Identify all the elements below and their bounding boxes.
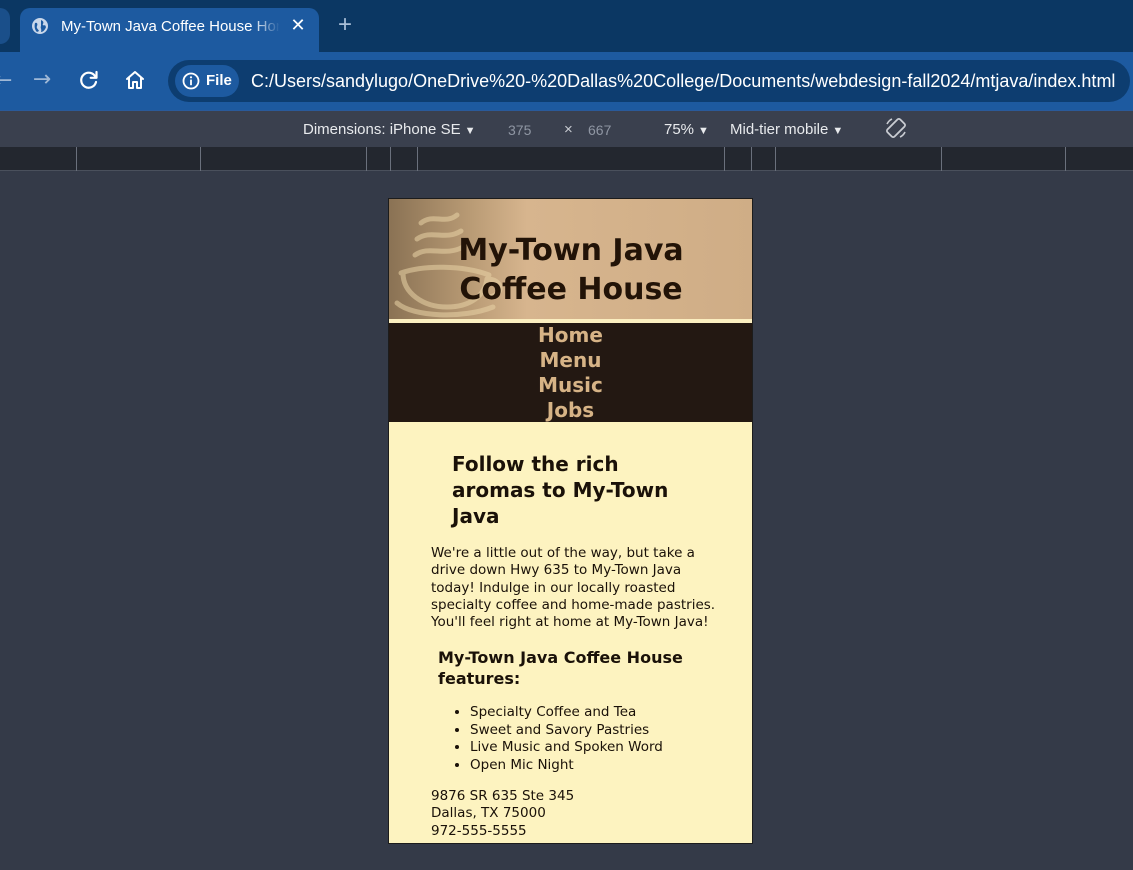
globe-icon (32, 18, 48, 34)
reload-icon[interactable] (77, 68, 101, 92)
throttling-dropdown[interactable]: Mid-tier mobile ▼ (730, 120, 843, 141)
back-arrow-icon[interactable]: ← (0, 69, 12, 93)
active-tab[interactable]: My-Town Java Coffee House Home ✕ (20, 8, 319, 52)
nav-link-music[interactable]: Music (389, 373, 752, 398)
caret-down-icon: ▼ (832, 125, 844, 137)
device-dimensions-dropdown[interactable]: Dimensions: iPhone SE ▼ (303, 120, 475, 140)
zoom-dropdown[interactable]: 75% ▼ (664, 120, 709, 141)
tab-title: My-Town Java Coffee House Home (61, 18, 279, 35)
home-icon[interactable] (123, 68, 147, 92)
forward-arrow-icon[interactable]: → (30, 68, 54, 92)
media-query-ruler[interactable] (0, 147, 1133, 171)
viewport-width-input[interactable]: 375 (508, 120, 544, 140)
intro-paragraph: We're a little out of the way, but take … (431, 545, 716, 631)
url-text[interactable]: C:/Users/sandylugo/OneDrive%20-%20Dallas… (251, 70, 1121, 92)
dimension-separator: × (564, 121, 573, 138)
list-item: Open Mic Night (470, 757, 730, 775)
viewport-height-input[interactable]: 667 (588, 120, 624, 140)
new-tab-button[interactable]: + (333, 12, 357, 38)
caret-down-icon: ▼ (464, 125, 476, 137)
tab-close-icon[interactable]: ✕ (288, 16, 308, 36)
caret-down-icon: ▼ (698, 125, 709, 137)
device-toolbar: Dimensions: iPhone SE ▼ 375 × 667 75% ▼ Mi… (0, 110, 1133, 147)
main-content: Follow the rich aromas to My-Town Java W… (389, 422, 752, 843)
site-title: My-Town Java Coffee House (458, 233, 684, 307)
address-bar[interactable]: File C:/Users/sandylugo/OneDrive%20-%20D… (168, 60, 1130, 102)
site-info-chip[interactable]: File (175, 65, 239, 97)
list-item: Sweet and Savory Pastries (470, 722, 730, 740)
list-item: Specialty Coffee and Tea (470, 704, 730, 722)
emulated-viewport: My-Town Java Coffee House Home Menu Musi… (388, 198, 753, 844)
nav-link-home[interactable]: Home (389, 323, 752, 348)
nav-link-menu[interactable]: Menu (389, 348, 752, 373)
site-header: My-Town Java Coffee House (389, 199, 752, 319)
contact-address: 9876 SR 635 Ste 345 Dallas, TX 75000 972… (431, 788, 575, 839)
site-info-label: File (206, 72, 232, 89)
previous-tab[interactable] (0, 8, 10, 44)
browser-toolbar: ← → File C:/Users/sandylugo/OneDrive%20-… (0, 52, 1133, 110)
rotate-icon[interactable] (884, 116, 908, 140)
features-list: Specialty Coffee and Tea Sweet and Savor… (470, 704, 730, 774)
nav-link-jobs[interactable]: Jobs (389, 398, 752, 423)
features-heading: My-Town Java Coffee House features: (438, 648, 683, 688)
list-item: Live Music and Spoken Word (470, 739, 730, 757)
site-nav: Home Menu Music Jobs (389, 323, 752, 422)
tab-strip: My-Town Java Coffee House Home ✕ + (0, 0, 1133, 52)
page-headline: Follow the rich aromas to My-Town Java (452, 452, 669, 528)
info-icon (182, 72, 200, 90)
